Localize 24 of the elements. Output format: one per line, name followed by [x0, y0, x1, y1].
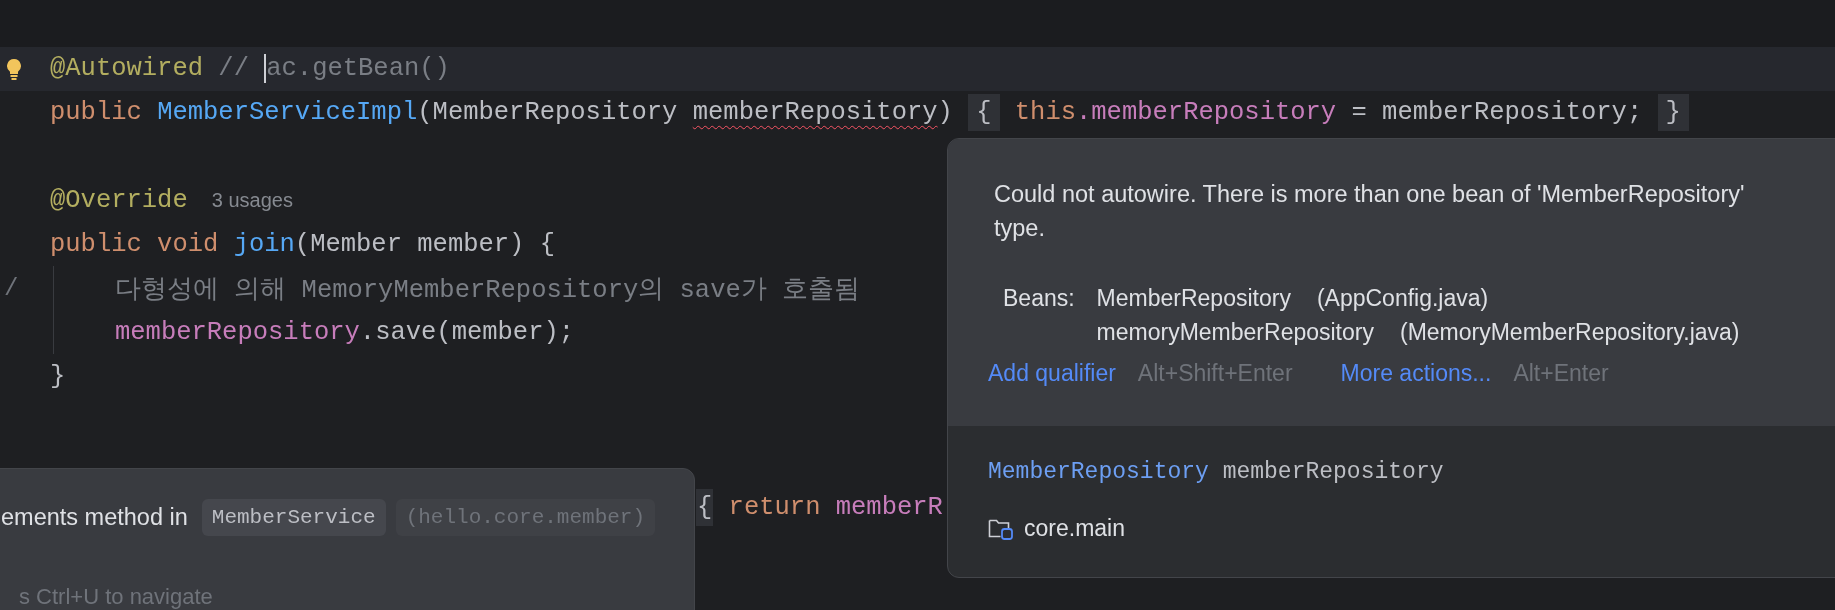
code-line: 다형성에 의해 MemoryMemberRepository의 save가 호출됨 [115, 274, 861, 306]
beans-label: Beans: [1003, 285, 1075, 313]
popup-text: ements method in [1, 504, 188, 531]
bean-name: MemberRepository [1096, 285, 1291, 312]
gutter-mark: / [4, 274, 19, 302]
bean-source: (MemoryMemberRepository.java) [1399, 319, 1740, 346]
bean-source: (AppConfig.java) [1316, 285, 1489, 312]
code-line: } [50, 361, 66, 391]
action-link[interactable]: Add qualifier [988, 360, 1116, 387]
code-line: public void join(Member member) { [50, 230, 555, 259]
shortcut-hint: Alt+Shift+Enter [1137, 360, 1293, 387]
declaration-signature: MemberRepository memberRepository [988, 459, 1445, 485]
code-line: @Override [50, 186, 188, 216]
navigate-hint: s Ctrl+U to navigate [19, 584, 214, 610]
usages-hint[interactable]: 3 usages [211, 189, 293, 213]
bean-name: memoryMemberRepository [1096, 319, 1374, 346]
module-name: core.main [1024, 515, 1125, 542]
code-line: @Autowired // ac.getBean() [50, 54, 450, 84]
lightbulb-icon[interactable] [6, 57, 22, 80]
code-line: memberRepository.save(member); [115, 317, 575, 347]
popup-message: Could not autowire. There is more than one bean of 'MemberRepository' type. [994, 180, 1746, 243]
class-chip[interactable]: MemberService [201, 499, 386, 536]
action-link[interactable]: More actions... [1340, 360, 1492, 387]
shortcut-hint: Alt+Enter [1513, 360, 1609, 387]
